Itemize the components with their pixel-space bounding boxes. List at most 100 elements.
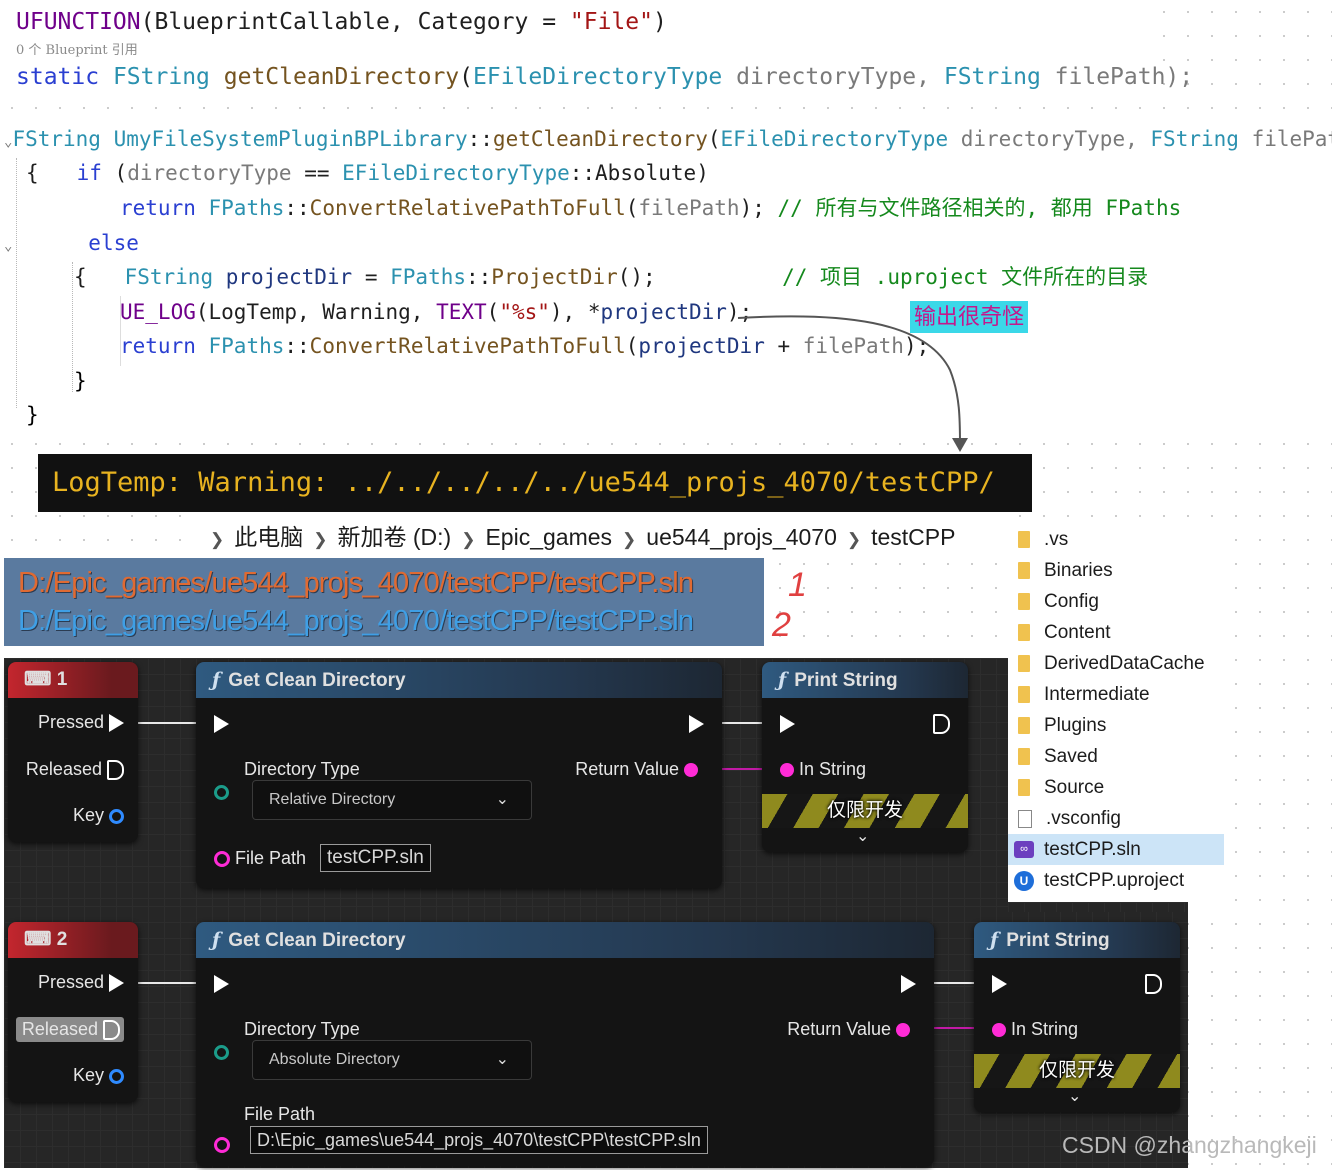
list-item[interactable]: DerivedDataCache [1008,648,1224,679]
exec-in-pin[interactable] [214,975,229,994]
string-in-pin[interactable] [214,1137,230,1154]
chevron-right-icon[interactable]: ❯ [313,530,327,549]
log-args: (LogTemp, Warning, [195,300,437,324]
hand-mark-1: 1 [788,566,807,604]
exec-out-pin[interactable] [901,975,916,994]
print-node-title: Print String [794,670,898,691]
list-item[interactable]: Content [1008,617,1224,648]
list-item[interactable]: Config [1008,586,1224,617]
scope-sep: :: [466,265,492,289]
sig-param1-name: directoryType, [948,127,1138,151]
print-string-node-2[interactable]: ƒ Print String In String 仅限开发 ⌄ [974,922,1180,1112]
enum-pin[interactable] [214,1044,229,1060]
ue-log-line: UE_LOG(LogTemp, Warning, TEXT("%s"), *pr… [120,299,752,325]
file-icon [1018,809,1032,828]
static-keyword: static [16,64,100,90]
list-item[interactable]: .vs [1008,524,1224,555]
item-name: .vsconfig [1046,807,1121,829]
print-string-node-1[interactable]: ƒ Print String In String 仅限开发 ⌄ [762,662,968,852]
list-item[interactable]: Saved [1008,741,1224,772]
function-icon: ƒ [990,929,999,951]
chevron-down-icon[interactable]: ⌄ [856,826,869,846]
exec-out-pin-unconnected[interactable] [103,1020,120,1041]
sig-class: UmyFileSystemPluginBPLibrary [113,127,468,151]
list-item[interactable]: Binaries [1008,555,1224,586]
folder-icon [1018,624,1030,641]
list-item[interactable]: Plugins [1008,710,1224,741]
exec-out-pin[interactable] [109,714,124,733]
pressed-pin-label: Pressed [37,972,104,992]
key-event-node-1[interactable]: ⌨ 1 Pressed Released Key [8,662,138,842]
return1-line: return FPaths::ConvertRelativePathToFull… [120,195,1181,221]
list-item[interactable]: .vsconfig [1008,803,1224,834]
chevron-down-icon: ⌄ [495,791,509,808]
breadcrumb-pc[interactable]: 此电脑 [234,524,303,550]
visual-studio-icon: ∞ [1014,841,1034,858]
exec-out-pin-unconnected[interactable] [1145,974,1162,995]
sig-type: FString [12,127,101,151]
string-in-pin[interactable] [992,1023,1006,1038]
key-pin-label: Key [72,805,104,825]
get-clean-directory-node-2[interactable]: ƒ Get Clean Directory Directory Type Abso… [196,922,934,1166]
chevron-right-icon[interactable]: ❯ [847,530,861,549]
brace: { [26,161,39,185]
file-path-input[interactable]: D:\Epic_games\ue544_projs_4070\testCPP\t… [250,1126,708,1154]
directory-type-dropdown[interactable]: Relative Directory ⌄ [252,780,532,820]
blueprint-ref-hint[interactable]: 0 个 Blueprint 引用 [16,42,138,60]
exec-out-pin[interactable] [689,715,704,734]
if-line: { if (directoryType == EFileDirectoryTyp… [26,160,709,186]
paren: ( [459,64,474,90]
breadcrumb-testcpp[interactable]: testCPP [871,524,955,550]
exec-out-pin-unconnected[interactable] [107,760,124,781]
chevron-down-icon[interactable]: ⌄ [1068,1086,1081,1106]
key-event-node-2[interactable]: ⌨ 2 Pressed Released Key [8,922,138,1102]
breadcrumb-epic-games[interactable]: Epic_games [485,524,612,550]
function-node-title: Get Clean Directory [228,670,406,691]
exec-out-pin-unconnected[interactable] [933,714,950,735]
exec-in-pin[interactable] [780,715,795,734]
fstring-type: FString [124,265,214,289]
chevron-down-icon: ⌄ [495,1051,509,1068]
return-value-label: Return Value [787,1019,891,1039]
operator: = [352,265,391,289]
directory-type-dropdown[interactable]: Absolute Directory ⌄ [252,1040,532,1080]
get-clean-directory-node-1[interactable]: ƒ Get Clean Directory Directory Type Rela… [196,662,722,888]
chevron-right-icon[interactable]: ❯ [622,530,636,549]
function-name: getCleanDirectory [223,64,460,90]
function-node-header: ƒ Get Clean Directory [196,922,934,958]
key-struct-pin[interactable] [109,808,124,824]
key-node-header: ⌨ 1 [8,662,138,698]
exec-out-pin[interactable] [109,974,124,993]
string-in-pin[interactable] [214,851,230,868]
breadcrumb-projects[interactable]: ue544_projs_4070 [646,524,837,550]
else-line: ⌄ else [4,230,139,259]
key-struct-pin[interactable] [109,1068,124,1084]
chevron-right-icon[interactable]: ❯ [461,530,475,549]
enum-pin[interactable] [214,784,229,800]
breadcrumb-drive[interactable]: 新加卷 (D:) [338,524,452,550]
file-path-input[interactable]: testCPP.sln [320,844,431,872]
brace: { [74,265,87,289]
paren: ( [486,300,500,324]
collapse-icon[interactable]: ⌄ [4,238,12,254]
exec-in-pin[interactable] [214,715,229,734]
sig-function: getCleanDirectory [492,127,708,151]
list-item-selected[interactable]: ∞ testCPP.sln [1008,834,1224,865]
file-path-label: File Path [244,1104,316,1124]
sig-param1-type: EFileDirectoryType [720,127,949,151]
chevron-right-icon[interactable]: ❯ [210,530,224,549]
exec-in-pin[interactable] [992,975,1007,994]
folder-icon [1018,779,1030,796]
string-out-pin[interactable] [896,1023,910,1038]
string-in-pin[interactable] [780,763,794,778]
list-item[interactable]: Intermediate [1008,679,1224,710]
list-item[interactable]: UtestCPP.uproject [1008,865,1224,896]
directory-type-label: Directory Type [244,759,360,779]
list-item[interactable]: Source [1008,772,1224,803]
scope-sep: :: [569,161,596,185]
directory-type-label: Directory Type [244,1019,360,1039]
projectdir-line: { FString projectDir = FPaths::ProjectDi… [74,264,1148,290]
convert-function: ConvertRelativePathToFull [309,334,626,358]
output-log-line: LogTemp: Warning: ../../../../../ue544_p… [38,454,1032,512]
string-out-pin[interactable] [684,763,698,778]
